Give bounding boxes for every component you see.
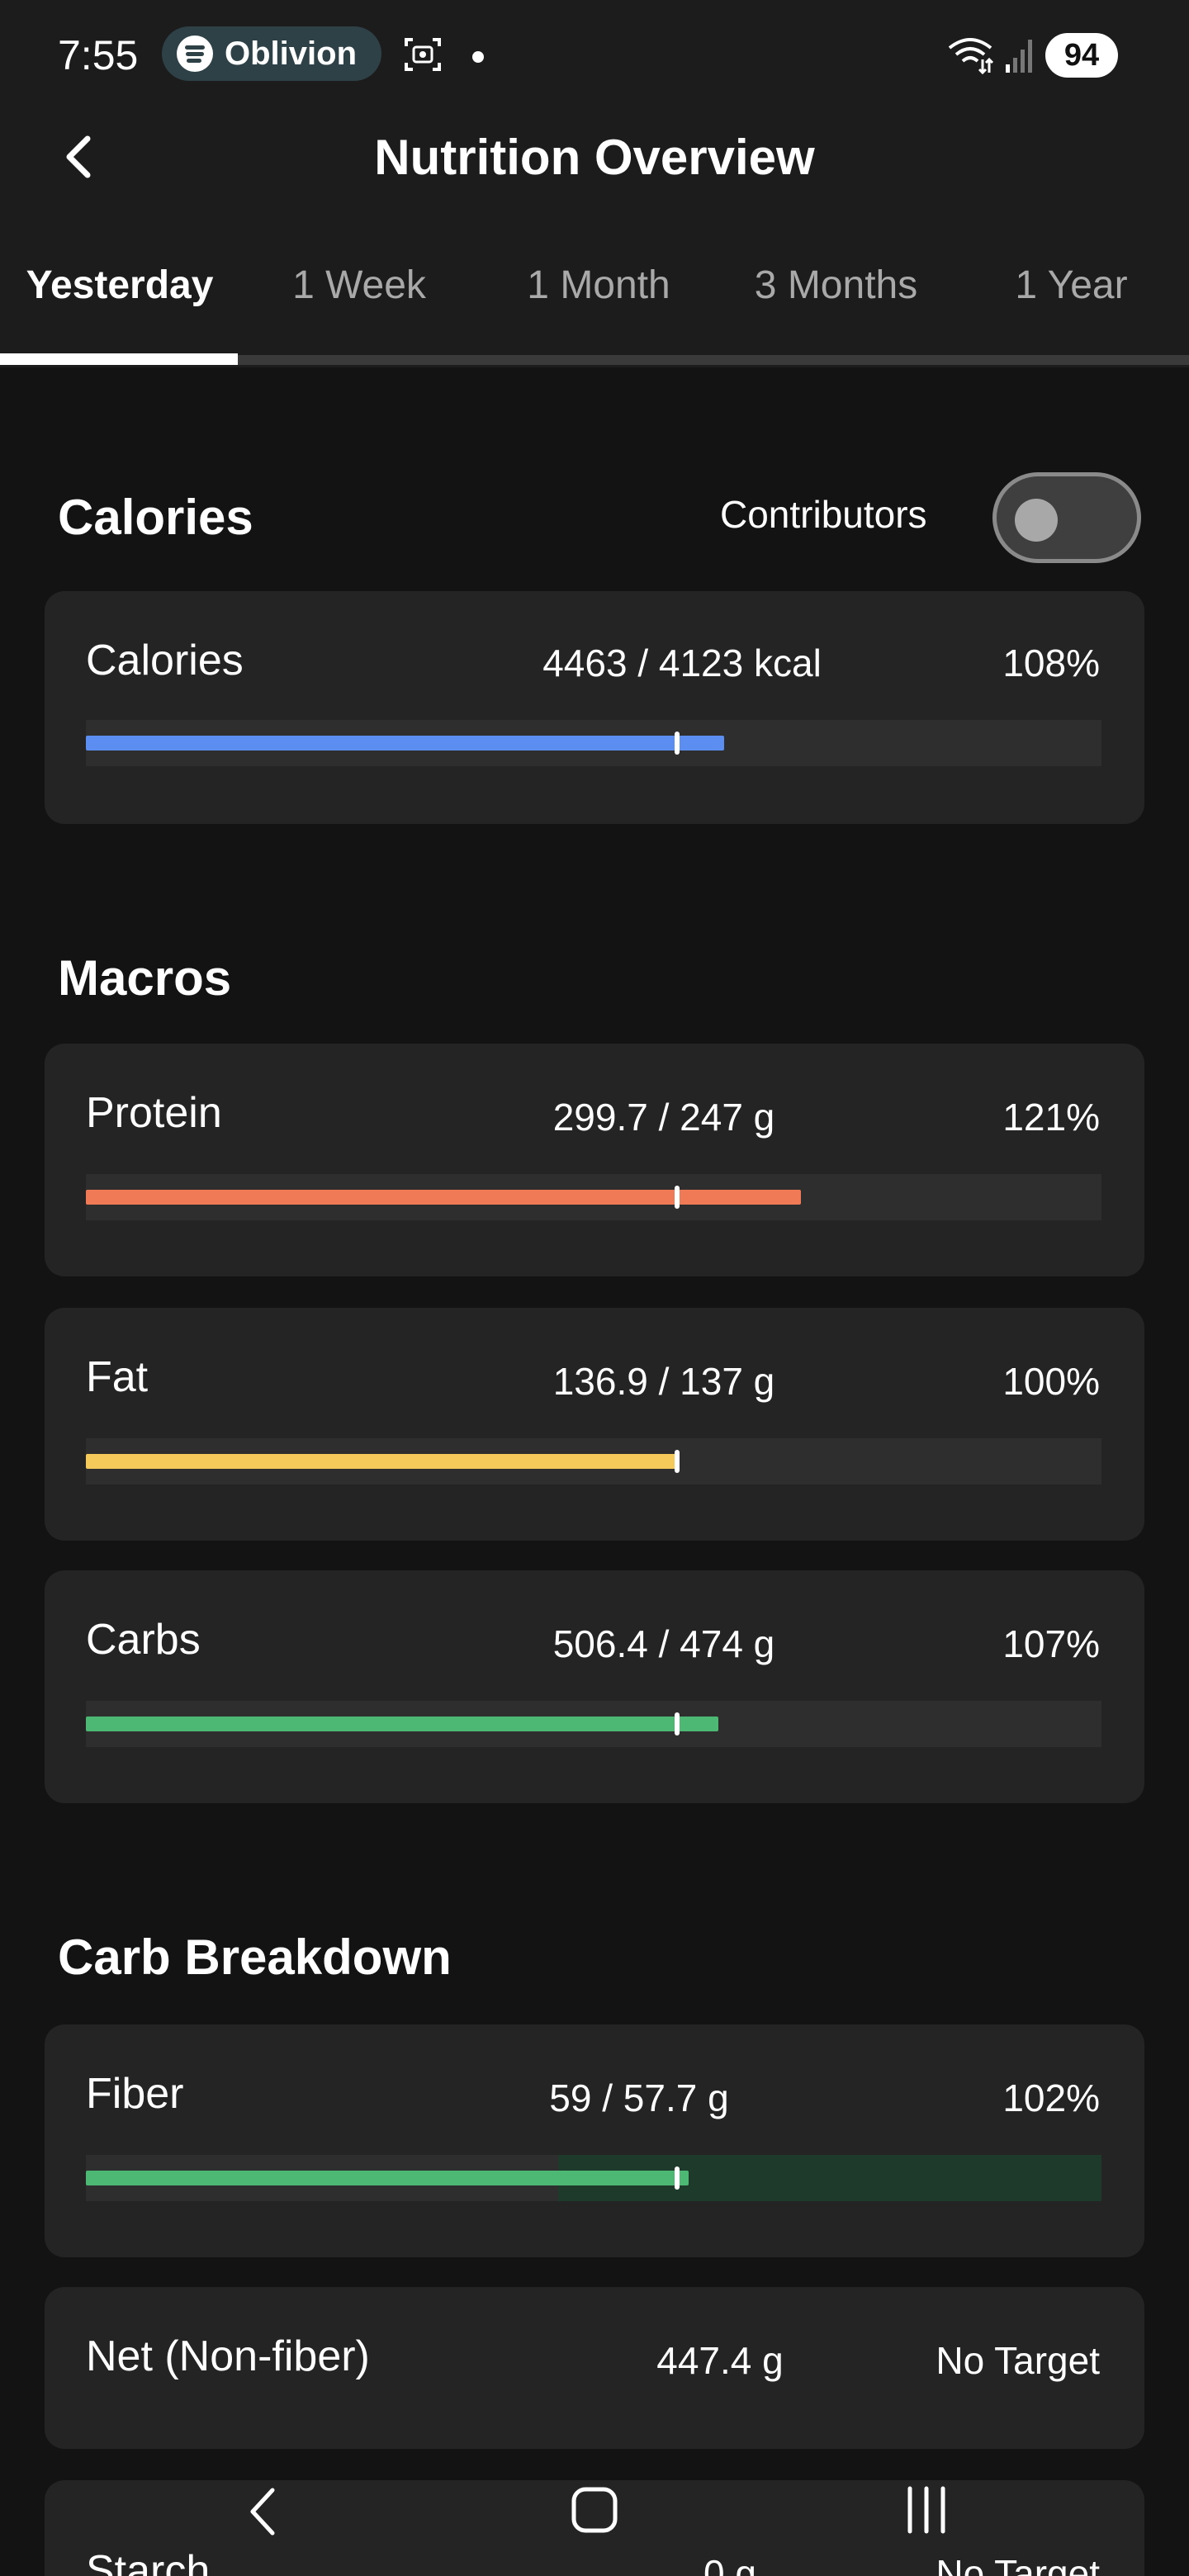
tab-yesterday[interactable]: Yesterday <box>0 206 239 363</box>
media-pill[interactable]: Oblivion <box>162 26 381 81</box>
carbs-card[interactable]: Carbs 506.4 / 474 g 107% <box>45 1570 1144 1803</box>
contributors-toggle[interactable] <box>992 472 1141 563</box>
progress-fill <box>86 736 725 751</box>
nutrient-percent: 108% <box>1002 642 1100 684</box>
nutrient-value: 447.4 g <box>656 2339 784 2382</box>
nav-back-icon[interactable] <box>244 2485 281 2538</box>
page-title: Nutrition Overview <box>374 130 815 185</box>
target-marker <box>675 732 680 755</box>
nav-recents-icon[interactable] <box>902 2485 951 2535</box>
nutrient-value: 59 / 57.7 g <box>549 2076 729 2119</box>
nutrient-percent: 121% <box>1002 1096 1100 1139</box>
target-marker <box>675 1712 680 1735</box>
nutrient-percent: 102% <box>1002 2076 1100 2119</box>
spotify-icon <box>177 36 213 72</box>
period-tabs: Yesterday 1 Week 1 Month 3 Months 1 Year <box>0 206 1189 367</box>
progress-track <box>86 1174 1101 1220</box>
status-bar: 7:55 Oblivion 94 <box>0 0 1189 107</box>
calories-section-title: Calories <box>58 490 253 545</box>
nutrient-name: Carbs <box>86 1616 201 1664</box>
notification-dot <box>472 51 484 63</box>
contributors-label: Contributors <box>720 493 927 536</box>
carb-breakdown-section-title: Carb Breakdown <box>58 1930 452 1985</box>
calories-card[interactable]: Calories 4463 / 4123 kcal 108% <box>45 591 1144 824</box>
nutrient-name: Net (Non-fiber) <box>86 2332 370 2380</box>
battery-indicator: 94 <box>1045 33 1118 78</box>
screenshot-icon <box>405 38 441 71</box>
target-marker <box>675 1450 680 1473</box>
app-header: Nutrition Overview <box>0 107 1189 206</box>
macros-section-title: Macros <box>58 950 232 1006</box>
nutrient-name: Protein <box>86 1089 222 1137</box>
status-time: 7:55 <box>58 32 139 78</box>
nutrient-name: Starch <box>86 2547 211 2576</box>
progress-track <box>86 2155 1101 2201</box>
nutrient-name: Calories <box>86 637 244 684</box>
wifi-icon <box>948 38 994 74</box>
tab-1-month[interactable]: 1 Month <box>479 206 718 363</box>
fiber-card[interactable]: Fiber 59 / 57.7 g 102% <box>45 2024 1144 2257</box>
protein-card[interactable]: Protein 299.7 / 247 g 121% <box>45 1044 1144 1276</box>
target-marker <box>675 2166 680 2190</box>
nutrient-name: Fiber <box>86 2070 184 2118</box>
nutrient-name: Fat <box>86 1353 149 1401</box>
nutrient-percent: 100% <box>1002 1360 1100 1403</box>
nutrient-value: 299.7 / 247 g <box>552 1096 775 1139</box>
progress-track <box>86 720 1101 766</box>
progress-track <box>86 1438 1101 1485</box>
toggle-knob <box>1015 499 1058 542</box>
progress-track <box>86 1701 1101 1747</box>
nutrient-percent: 107% <box>1002 1622 1100 1665</box>
target-marker <box>675 1186 680 1209</box>
media-app-label: Oblivion <box>225 35 357 72</box>
signal-icon <box>1006 40 1032 73</box>
fat-card[interactable]: Fat 136.9 / 137 g 100% <box>45 1308 1144 1541</box>
tab-1-year[interactable]: 1 Year <box>954 206 1189 363</box>
nutrient-value: 4463 / 4123 kcal <box>542 642 822 684</box>
progress-fill <box>86 1190 802 1205</box>
tab-1-week[interactable]: 1 Week <box>239 206 479 363</box>
target-status: No Target <box>936 2552 1100 2576</box>
progress-fill <box>86 2171 689 2185</box>
nutrition-overview-screen: 7:55 Oblivion 94 Nutrition Overview Yest… <box>0 0 1189 2576</box>
target-status: No Target <box>936 2339 1100 2382</box>
nutrient-value: 0 g <box>703 2552 756 2576</box>
tab-3-months[interactable]: 3 Months <box>718 206 954 363</box>
nutrient-value: 136.9 / 137 g <box>552 1360 775 1403</box>
nutrient-value: 506.4 / 474 g <box>552 1622 775 1665</box>
net-carbs-card[interactable]: Net (Non-fiber) 447.4 g No Target <box>45 2287 1144 2449</box>
progress-fill <box>86 1717 719 1731</box>
progress-fill <box>86 1454 677 1469</box>
tab-indicator <box>0 353 238 365</box>
nav-home-icon[interactable] <box>570 2485 619 2535</box>
